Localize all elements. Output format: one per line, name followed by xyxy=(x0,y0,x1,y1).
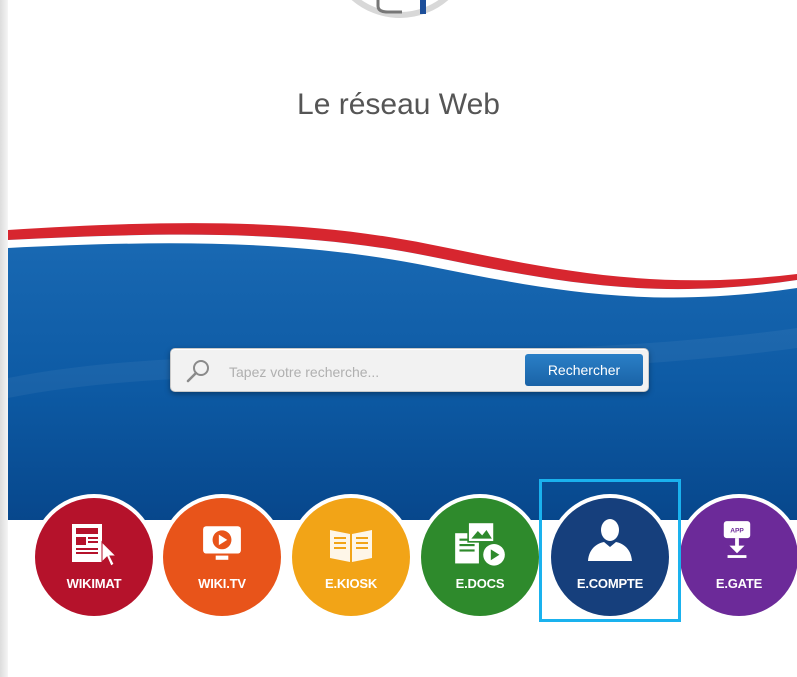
app-wikitv-label: WIKI.TV xyxy=(198,576,246,591)
open-book-icon xyxy=(330,530,372,562)
app-ekiosk-label: E.KIOSK xyxy=(324,576,378,591)
app-egate-button[interactable]: APP E.GATE xyxy=(680,498,797,616)
app-wikitv-button[interactable]: WIKI.TV xyxy=(163,498,281,616)
page-title: Le réseau Web xyxy=(297,88,500,121)
app-wikimat-label: WIKIMAT xyxy=(66,576,122,591)
app-edocs-button[interactable]: E.DOCS xyxy=(421,498,539,616)
app-wikimat-button[interactable]: WIKIMAT xyxy=(35,498,153,616)
newspaper-cursor-icon xyxy=(72,524,118,567)
app-edocs-label: E.DOCS xyxy=(455,576,505,591)
play-screen-icon xyxy=(203,526,241,560)
search-button[interactable]: Rechercher xyxy=(525,354,643,386)
app-egate-label: E.GATE xyxy=(715,576,763,591)
search-icon xyxy=(186,360,209,383)
logo-icon xyxy=(376,0,426,14)
svg-text:APP: APP xyxy=(730,527,744,534)
selection-highlight xyxy=(539,479,681,622)
app-ekiosk-button[interactable]: E.KIOSK xyxy=(292,498,410,616)
app-download-icon: APP xyxy=(723,521,751,558)
search-input[interactable] xyxy=(227,356,516,388)
documents-media-icon xyxy=(455,521,505,566)
search-bar: Rechercher xyxy=(170,348,649,392)
